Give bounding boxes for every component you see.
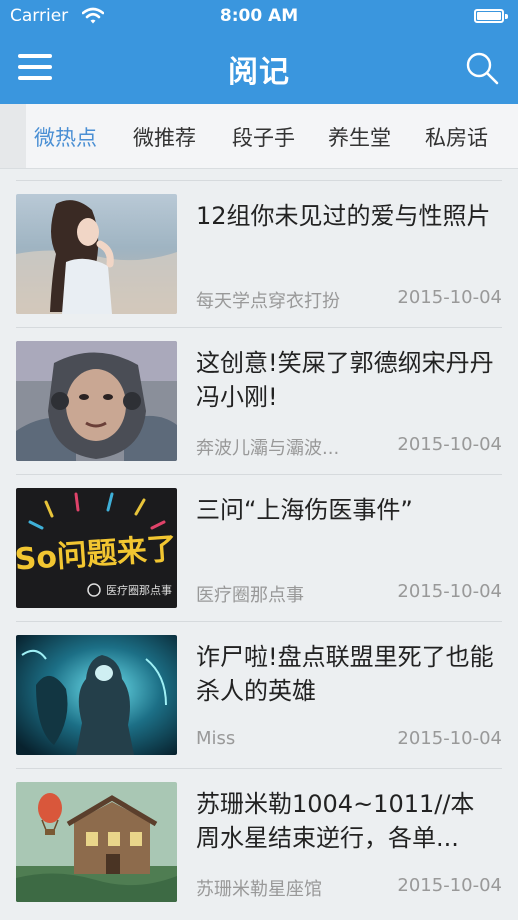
article-date: 2015-10-04 [397,581,502,602]
battery-icon [474,9,508,23]
article-thumbnail: So问题来了 医疗圈那点事 [16,488,177,608]
article-row[interactable]: So问题来了 医疗圈那点事 三问“上海伤医事件” 医疗圈那点事 2015-10-… [16,474,502,621]
article-row[interactable]: 诈尸啦!盘点联盟里死了也能杀人的英雄 Miss 2015-10-04 [16,621,502,768]
article-thumbnail [16,635,177,755]
search-icon[interactable] [464,50,500,86]
menu-icon[interactable] [18,54,52,84]
tab-weituijian[interactable]: 微推荐 [133,122,196,152]
navigation-bar: 阅记 [0,34,518,104]
article-date: 2015-10-04 [397,434,502,455]
article-title: 苏珊米勒1004~1011//本周水星结束逆行，各单... [196,790,475,852]
tab-weiredian[interactable]: 微热点 [34,122,97,152]
article-thumbnail [16,341,177,461]
clock: 8:00 AM [219,6,299,26]
article-source: Miss [196,728,236,749]
article-row[interactable]: 这创意!笑屎了郭德纲宋丹丹冯小刚! 奔波儿灞与灞波... 2015-10-04 [16,327,502,474]
article-title: 这创意!笑屎了郭德纲宋丹丹冯小刚! [196,349,494,411]
article-list: 12组你未见过的爱与性照片 每天学点穿衣打扮 2015-10-04 这创意!笑屎… [16,180,502,915]
article-thumbnail [16,194,177,314]
article-title: 诈尸啦!盘点联盟里死了也能杀人的英雄 [196,643,494,705]
article-thumbnail [16,782,177,902]
article-row[interactable]: 苏珊米勒1004~1011//本周水星结束逆行，各单... 苏珊米勒星座馆 20… [16,768,502,915]
article-date: 2015-10-04 [397,875,502,896]
article-source: 苏珊米勒星座馆 [196,879,322,900]
tab-duanzishou[interactable]: 段子手 [232,122,295,152]
article-title: 12组你未见过的爱与性照片 [196,202,491,230]
thumbnail-watermark: 医疗圈那点事 [106,583,172,597]
article-title: 三问“上海伤医事件” [196,496,413,524]
article-source: 医疗圈那点事 [196,585,304,606]
article-date: 2015-10-04 [397,287,502,308]
category-tabs: 微热点 微推荐 段子手 养生堂 私房话 [0,104,518,169]
status-bar: Carrier 8:00 AM [0,0,518,34]
tab-yangshengtang[interactable]: 养生堂 [328,122,391,152]
tab-scroll-fade [0,104,26,168]
article-source: 奔波儿灞与灞波... [196,438,340,459]
tab-sifanghua[interactable]: 私房话 [425,122,488,152]
article-source: 每天学点穿衣打扮 [196,291,340,312]
article-date: 2015-10-04 [397,728,502,749]
page-title: 阅记 [228,55,290,90]
article-row[interactable]: 12组你未见过的爱与性照片 每天学点穿衣打扮 2015-10-04 [16,180,502,327]
